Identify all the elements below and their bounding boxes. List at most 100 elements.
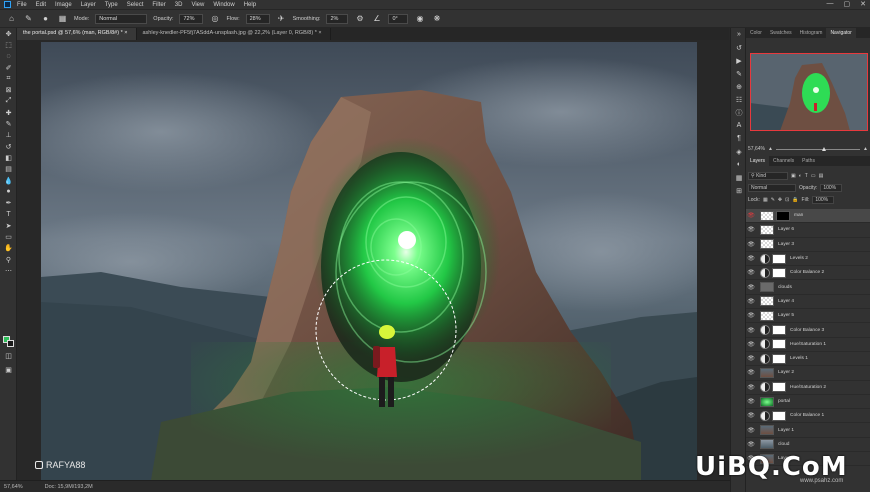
layer-thumbnail[interactable] <box>760 425 774 436</box>
menu-type[interactable]: Type <box>105 2 118 8</box>
layer-row[interactable]: 👁 Color Balance 2 <box>746 266 870 281</box>
brush-tool-icon[interactable]: ✎ <box>23 13 34 24</box>
visibility-eye-icon[interactable]: 👁 <box>746 327 756 334</box>
layer-thumbnail[interactable] <box>760 367 774 378</box>
visibility-eye-icon[interactable]: 👁 <box>746 398 756 405</box>
lock-pixels-icon[interactable]: ▦ <box>763 197 768 203</box>
layer-mask-thumbnail[interactable] <box>772 353 786 364</box>
layer-thumbnail[interactable] <box>760 224 774 235</box>
menu-view[interactable]: View <box>191 2 204 8</box>
close-button[interactable]: ✕ <box>860 0 866 8</box>
tab-swatches[interactable]: Swatches <box>766 28 796 38</box>
visibility-eye-icon[interactable]: 👁 <box>746 269 756 276</box>
smoothing-field[interactable]: 2% <box>326 13 349 24</box>
tab-navigator[interactable]: Navigator <box>826 28 856 38</box>
layer-row[interactable]: 👁 Hue/Saturation 2 <box>746 381 870 395</box>
layer-mask-thumbnail[interactable] <box>772 382 786 393</box>
layer-row[interactable]: 👁 cloud <box>746 438 870 453</box>
layer-kind-filter[interactable]: ⚲ Kind <box>748 171 788 180</box>
layer-row[interactable]: 👁 Layer 3 <box>746 238 870 252</box>
navigator-view-frame[interactable] <box>750 53 868 131</box>
info-icon[interactable]: ⓘ <box>731 106 747 119</box>
tab-layers[interactable]: Layers <box>746 156 770 166</box>
menu-window[interactable]: Window <box>213 2 234 8</box>
tab-paths[interactable]: Paths <box>798 156 819 166</box>
doc-tab-portal[interactable]: the portal.psd @ 57,6% (man, RGB/8#) * × <box>17 28 137 40</box>
visibility-eye-icon[interactable]: 👁 <box>746 412 756 419</box>
frame-tool-icon[interactable]: ⊠ <box>0 84 17 95</box>
layer-thumbnail[interactable] <box>760 210 774 221</box>
blur-tool-icon[interactable]: 💧 <box>0 175 17 186</box>
path-select-tool-icon[interactable]: ➤ <box>0 220 17 231</box>
layer-thumbnail[interactable] <box>760 396 774 407</box>
visibility-eye-icon[interactable]: 👁 <box>746 427 756 434</box>
layer-row[interactable]: 👁 Levels 2 <box>746 252 870 267</box>
filter-smart-icon[interactable]: ▤ <box>819 173 824 179</box>
character-icon[interactable]: A <box>731 119 747 132</box>
layer-thumbnail[interactable] <box>760 239 774 250</box>
history-brush-tool-icon[interactable]: ↺ <box>0 141 17 152</box>
close-icon[interactable]: × <box>124 30 127 36</box>
layer-thumbnail[interactable] <box>760 282 774 293</box>
layer-row[interactable]: 👁 Layer 6 <box>746 223 870 238</box>
layer-mask-thumbnail[interactable] <box>772 325 786 336</box>
visibility-eye-icon[interactable]: 👁 <box>746 298 756 305</box>
layer-thumbnail[interactable] <box>760 296 774 307</box>
type-tool-icon[interactable]: T <box>0 209 17 220</box>
filter-shape-icon[interactable]: ▭ <box>811 173 816 179</box>
status-zoom[interactable]: 57,64% <box>4 484 23 490</box>
history-icon[interactable]: ↺ <box>731 41 747 54</box>
pressure-opacity-icon[interactable]: ◎ <box>209 13 220 24</box>
visibility-eye-icon[interactable]: 👁 <box>746 312 756 319</box>
doc-tab-ashley[interactable]: ashley-knedler-PF5fj7ASddA-unsplash.jpg … <box>137 28 331 40</box>
home-icon[interactable]: ⌂ <box>6 13 17 24</box>
close-icon[interactable]: × <box>318 30 321 36</box>
hand-tool-icon[interactable]: ✋ <box>0 243 17 254</box>
gradient-tool-icon[interactable]: ▤ <box>0 164 17 175</box>
healing-tool-icon[interactable]: ✚ <box>0 107 17 118</box>
visibility-eye-icon[interactable]: 👁 <box>746 369 756 376</box>
menu-filter[interactable]: Filter <box>152 2 165 8</box>
zoom-in-icon[interactable]: ▲ <box>863 146 868 152</box>
brush-settings-icon[interactable]: ✎ <box>731 67 747 80</box>
visibility-eye-icon[interactable]: 👁 <box>746 241 756 248</box>
crop-tool-icon[interactable]: ⌗ <box>0 73 17 84</box>
layer-mask-thumbnail[interactable] <box>776 210 790 221</box>
menu-edit[interactable]: Edit <box>36 2 46 8</box>
minimize-button[interactable]: — <box>827 0 834 8</box>
navigator-zoom-slider[interactable] <box>775 146 861 151</box>
lock-move-icon[interactable]: ✥ <box>778 197 782 203</box>
zoom-tool-icon[interactable]: ⚲ <box>0 254 17 265</box>
brush-settings-icon[interactable]: ▦ <box>57 13 68 24</box>
dodge-tool-icon[interactable]: ● <box>0 186 17 197</box>
layer-mask-thumbnail[interactable] <box>772 267 786 278</box>
layer-row[interactable]: 👁 portal <box>746 395 870 410</box>
lasso-tool-icon[interactable]: ◌ <box>0 51 17 62</box>
clone-stamp-tool-icon[interactable]: ⊥ <box>0 130 17 141</box>
layer-row[interactable]: 👁 Color Balance 3 <box>746 323 870 338</box>
airbrush-icon[interactable]: ✈ <box>276 13 287 24</box>
smoothing-options-icon[interactable]: ⚙ <box>354 13 365 24</box>
paragraph-icon[interactable]: ¶ <box>731 132 747 145</box>
layer-row[interactable]: 👁 Layer 2 <box>746 366 870 381</box>
3d-icon[interactable]: ◈ <box>731 145 747 158</box>
layer-opacity-field[interactable]: 100% <box>820 183 843 192</box>
clone-source-icon[interactable]: ⊕ <box>731 80 747 93</box>
visibility-eye-icon[interactable]: 👁 <box>746 284 756 291</box>
eyedropper-tool-icon[interactable]: ⤢ <box>0 96 17 107</box>
flow-field[interactable]: 28% <box>245 13 270 24</box>
properties-icon[interactable]: ☷ <box>731 93 747 106</box>
quick-mask-icon[interactable]: ◫ <box>0 350 17 361</box>
adjustments-icon[interactable]: ◐ <box>731 158 747 171</box>
more-tools-icon[interactable]: ⋯ <box>0 265 17 276</box>
maximize-button[interactable]: ▢ <box>844 0 851 8</box>
screen-mode-icon[interactable]: ▣ <box>0 364 17 375</box>
pen-tool-icon[interactable]: ✒ <box>0 197 17 208</box>
menu-help[interactable]: Help <box>244 2 256 8</box>
eraser-tool-icon[interactable]: ◧ <box>0 152 17 163</box>
opacity-field[interactable]: 72% <box>179 13 204 24</box>
layer-row[interactable]: 👁 clouds <box>746 280 870 295</box>
angle-field[interactable]: 0° <box>388 13 409 24</box>
tab-channels[interactable]: Channels <box>769 156 798 166</box>
libraries-icon[interactable]: ⊞ <box>731 184 747 197</box>
